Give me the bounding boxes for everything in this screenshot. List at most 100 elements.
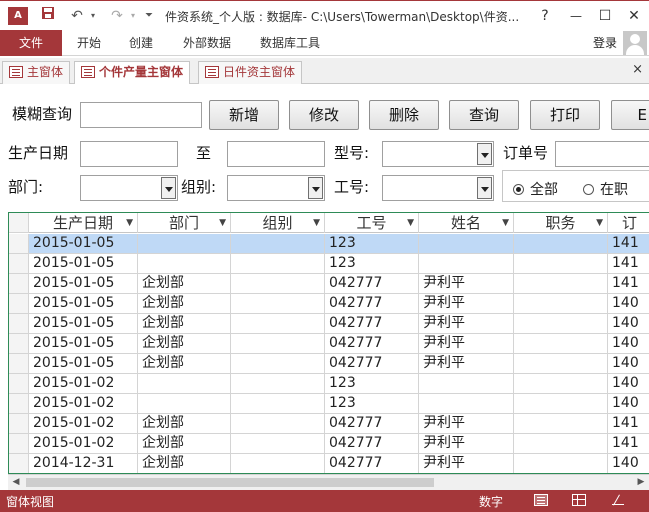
doc-tab-piece-output-form[interactable]: 个件产量主窗体 (74, 61, 191, 85)
cell-position[interactable] (514, 234, 608, 253)
cell-department[interactable]: 企划部 (138, 334, 231, 353)
table-row[interactable]: 2015-01-05 企划部 042777 尹利平 140 (9, 354, 649, 374)
cell-group[interactable] (231, 234, 325, 253)
cell-name[interactable]: 尹利平 (419, 414, 514, 433)
query-button[interactable]: 查询 (449, 100, 519, 130)
cell-production-date[interactable]: 2015-01-05 (29, 294, 138, 313)
tab-database-tools[interactable]: 数据库工具 (254, 30, 326, 56)
tab-create[interactable]: 创建 (122, 30, 160, 56)
cell-employee-number[interactable]: 042777 (325, 294, 419, 313)
cell-group[interactable] (231, 454, 325, 473)
cell-group[interactable] (231, 414, 325, 433)
print-button[interactable]: 打印 (530, 100, 600, 130)
undo-icon[interactable]: ↶ (66, 6, 88, 26)
table-row[interactable]: 2015-01-05 企划部 042777 尹利平 140 (9, 314, 649, 334)
cell-production-date[interactable]: 2015-01-05 (29, 234, 138, 253)
cell-order[interactable]: 140 (608, 294, 649, 313)
doc-tab-main-form[interactable]: 主窗体 (2, 61, 71, 84)
cell-production-date[interactable]: 2015-01-05 (29, 354, 138, 373)
sort-arrow-icon[interactable]: ▼ (219, 213, 226, 233)
datasheet-grid[interactable]: 生产日期 ▼ 部门 ▼ 组别 ▼ 工号 ▼ 姓名 ▼ 职务 ▼ 订 2015-01-05 12… (8, 212, 649, 474)
cell-department[interactable]: 企划部 (138, 434, 231, 453)
fuzzy-search-input[interactable] (80, 102, 202, 128)
edit-button[interactable]: 修改 (289, 100, 359, 130)
cell-name[interactable] (419, 394, 514, 413)
cell-name[interactable]: 尹利平 (419, 334, 514, 353)
cell-department[interactable] (138, 374, 231, 393)
table-row[interactable]: 2015-01-02 企划部 042777 尹利平 141 (9, 414, 649, 434)
order-number-input[interactable] (555, 141, 649, 167)
undo-dropdown-icon[interactable]: ▾ (88, 6, 98, 26)
export-button[interactable]: E (611, 100, 649, 130)
cell-position[interactable] (514, 274, 608, 293)
cell-name[interactable]: 尹利平 (419, 354, 514, 373)
radio-all[interactable]: 全部 (513, 179, 558, 199)
select-all-cell[interactable] (9, 213, 29, 233)
minimize-button[interactable]: — (564, 5, 588, 27)
close-document-icon[interactable]: × (632, 62, 643, 77)
group-combo[interactable] (227, 175, 325, 201)
employee-number-combo[interactable] (382, 175, 494, 201)
cell-name[interactable] (419, 254, 514, 273)
model-combo[interactable] (382, 141, 494, 167)
table-row[interactable]: 2015-01-05 123 141 (9, 234, 649, 254)
cell-position[interactable] (514, 314, 608, 333)
scroll-right-icon[interactable]: ▶ (633, 475, 649, 490)
cell-employee-number[interactable]: 042777 (325, 274, 419, 293)
cell-name[interactable] (419, 234, 514, 253)
restore-button[interactable]: ☐ (593, 5, 617, 27)
cell-employee-number[interactable]: 123 (325, 254, 419, 273)
cell-name[interactable]: 尹利平 (419, 314, 514, 333)
cell-employee-number[interactable]: 042777 (325, 334, 419, 353)
cell-position[interactable] (514, 434, 608, 453)
cell-department[interactable]: 企划部 (138, 314, 231, 333)
cell-order[interactable]: 140 (608, 394, 649, 413)
cell-production-date[interactable]: 2014-12-31 (29, 454, 138, 473)
form-view-icon[interactable] (534, 494, 548, 506)
chevron-down-icon[interactable] (161, 177, 176, 199)
cell-order[interactable]: 141 (608, 434, 649, 453)
design-view-icon[interactable] (611, 494, 625, 506)
cell-employee-number[interactable]: 042777 (325, 434, 419, 453)
cell-department[interactable]: 企划部 (138, 274, 231, 293)
table-row[interactable]: 2014-12-31 企划部 042777 尹利平 140 (9, 454, 649, 473)
column-header-position[interactable]: 职务 ▼ (514, 213, 608, 233)
column-header-department[interactable]: 部门 ▼ (138, 213, 231, 233)
delete-button[interactable]: 删除 (369, 100, 439, 130)
column-header-employee-number[interactable]: 工号 ▼ (325, 213, 419, 233)
sort-arrow-icon[interactable]: ▼ (502, 213, 509, 233)
cell-employee-number[interactable]: 042777 (325, 454, 419, 473)
cell-position[interactable] (514, 374, 608, 393)
cell-employee-number[interactable]: 123 (325, 234, 419, 253)
cell-name[interactable]: 尹利平 (419, 294, 514, 313)
cell-order[interactable]: 140 (608, 374, 649, 393)
cell-department[interactable]: 企划部 (138, 414, 231, 433)
chevron-down-icon[interactable] (308, 177, 323, 199)
scroll-left-icon[interactable]: ◀ (8, 475, 24, 490)
cell-group[interactable] (231, 294, 325, 313)
table-row[interactable]: 2015-01-05 企划部 042777 尹利平 141 (9, 274, 649, 294)
redo-dropdown-icon[interactable]: ▾ (128, 6, 138, 26)
cell-name[interactable]: 尹利平 (419, 274, 514, 293)
cell-group[interactable] (231, 354, 325, 373)
column-header-name[interactable]: 姓名 ▼ (419, 213, 514, 233)
horizontal-scrollbar[interactable]: ◀ ▶ (8, 474, 649, 490)
cell-group[interactable] (231, 314, 325, 333)
login-link[interactable]: 登录 (593, 30, 617, 56)
user-avatar-icon[interactable] (623, 31, 647, 55)
radio-active[interactable]: 在职 (583, 179, 628, 199)
table-row[interactable]: 2015-01-02 企划部 042777 尹利平 141 (9, 434, 649, 454)
save-icon[interactable] (38, 6, 58, 26)
department-combo[interactable] (80, 175, 178, 201)
cell-order[interactable]: 140 (608, 314, 649, 333)
cell-order[interactable]: 141 (608, 414, 649, 433)
cell-employee-number[interactable]: 123 (325, 394, 419, 413)
scrollbar-thumb[interactable] (26, 478, 434, 487)
cell-production-date[interactable]: 2015-01-05 (29, 274, 138, 293)
cell-production-date[interactable]: 2015-01-02 (29, 434, 138, 453)
cell-order[interactable]: 140 (608, 334, 649, 353)
cell-production-date[interactable]: 2015-01-05 (29, 314, 138, 333)
cell-order[interactable]: 140 (608, 354, 649, 373)
cell-department[interactable] (138, 394, 231, 413)
cell-employee-number[interactable]: 042777 (325, 314, 419, 333)
